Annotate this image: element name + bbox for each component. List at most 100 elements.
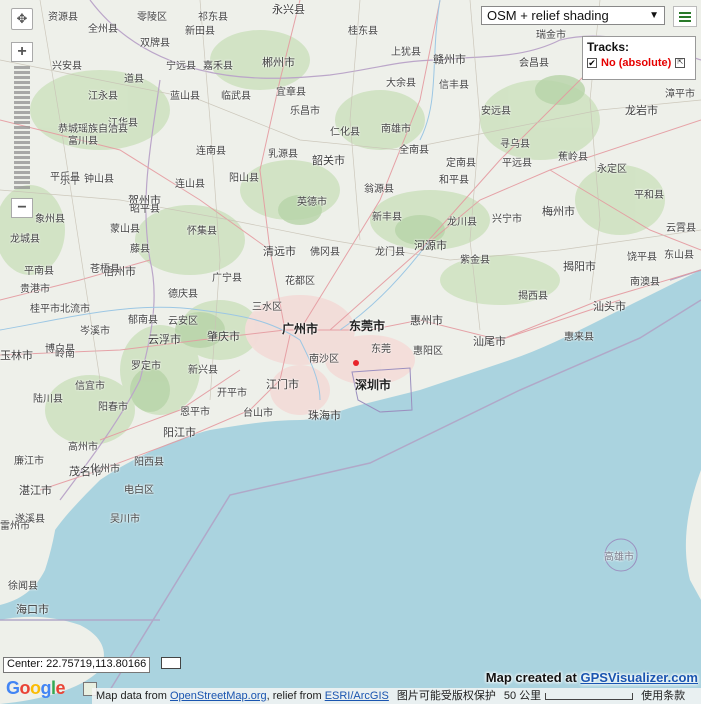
place-label: 揭西县 [518, 291, 548, 302]
zoom-in-button[interactable]: + [11, 42, 33, 62]
place-label: 云霄县 [666, 223, 696, 234]
place-label: 三水区 [252, 302, 282, 313]
place-label: 湛江市 [19, 484, 52, 497]
map-background [0, 0, 701, 704]
place-label: 云浮市 [148, 333, 181, 346]
place-label: 象州县 [35, 214, 65, 225]
place-label: 钟山县 [84, 174, 114, 185]
place-label: 阳山县 [229, 173, 259, 184]
esri-link[interactable]: ESRI/ArcGIS [325, 690, 389, 702]
place-label: 江永县 [88, 91, 118, 102]
place-label: 北流市 [60, 304, 90, 315]
place-label: 新田县 [185, 26, 215, 37]
google-logo[interactable]: Google [6, 678, 66, 699]
place-label: 汕头市 [593, 300, 626, 313]
attribution-relief-prefix: , relief from [266, 690, 325, 702]
place-label: 东山县 [664, 250, 694, 261]
place-label: 宁远县 [166, 61, 196, 72]
place-label: 桂平市 [30, 304, 60, 315]
place-label: 南沙区 [309, 354, 339, 365]
place-label: 云安区 [168, 316, 198, 327]
track-checkbox[interactable]: ✔ [587, 58, 597, 68]
place-label: 梅州市 [542, 205, 575, 218]
place-label: 南雄市 [381, 124, 411, 135]
place-label: 仁化县 [330, 127, 360, 138]
place-label: 龙门县 [375, 247, 405, 258]
place-label: 乐昌市 [290, 106, 320, 117]
place-label: 广州市 [282, 322, 319, 336]
place-label: 德庆县 [168, 289, 198, 300]
place-label: 和平县 [439, 175, 469, 186]
place-label: 乳源县 [268, 149, 298, 160]
track-name[interactable]: No (absolute) [601, 57, 671, 69]
place-label: 赣州市 [433, 53, 466, 66]
scale-label: 50 公里 [503, 690, 542, 702]
place-label: 连南县 [196, 146, 226, 157]
place-label: 河源市 [414, 239, 447, 252]
place-label: 惠来县 [564, 332, 594, 343]
place-label: 恩平市 [180, 407, 210, 418]
place-label: 兴宁市 [492, 214, 522, 225]
attribution-bar: Map data from OpenStreetMap.org, relief … [92, 688, 701, 704]
place-label: 怀集县 [187, 226, 217, 237]
place-label: 阳春市 [98, 402, 128, 413]
place-label: 乐平 [60, 176, 80, 187]
place-label: 吴川市 [110, 514, 140, 525]
place-label: 佛冈县 [310, 247, 340, 258]
place-label: 安远县 [481, 106, 511, 117]
osm-link[interactable]: OpenStreetMap.org [170, 690, 267, 702]
zoom-out-button[interactable]: − [11, 198, 33, 218]
place-label: 罗定市 [131, 361, 161, 372]
place-label: 资源县 [48, 12, 78, 23]
zoom-slider[interactable] [14, 66, 30, 191]
copyright-notice[interactable]: 图片可能受版权保护 [393, 688, 500, 704]
place-label: 昭平县 [130, 204, 160, 215]
tracks-legend: Tracks: ✔ No (absolute) ⇱ [582, 36, 696, 80]
place-label: 龙川县 [447, 217, 477, 228]
place-label: 阳江市 [163, 426, 196, 439]
place-label: 平南县 [24, 266, 54, 277]
place-label: 南澳县 [630, 277, 660, 288]
measure-ruler-icon[interactable] [161, 657, 181, 669]
place-label: 祁东县 [198, 12, 228, 23]
place-label: 廉江市 [14, 456, 44, 467]
map-type-select[interactable]: OSM + relief shading ▼ [481, 6, 665, 25]
place-label: 惠阳区 [413, 346, 443, 357]
dropdown-arrow-icon: ▼ [649, 10, 659, 21]
pan-control-icon[interactable]: ✥ [11, 8, 33, 30]
place-label: 全南县 [399, 145, 429, 156]
place-label: 新丰县 [372, 212, 402, 223]
place-label: 龙岩市 [625, 104, 658, 117]
place-label: 郴州市 [262, 56, 295, 69]
place-label: 瑞金市 [536, 30, 566, 41]
place-label: 东莞市 [349, 319, 386, 333]
scale-indicator: 50 公里 [500, 688, 637, 704]
place-label: 平和县 [634, 190, 664, 201]
place-label: 英德市 [297, 197, 327, 208]
place-label: 高雄市 [604, 552, 634, 563]
place-label: 阳西县 [134, 457, 164, 468]
gpsvisualizer-link[interactable]: GPSVisualizer.com [580, 670, 698, 685]
center-coordinates: Center: 22.75719,113.80166 [3, 657, 151, 673]
place-label: 广宁县 [212, 273, 242, 284]
place-label: 蒙山县 [110, 224, 140, 235]
place-label: 全州县 [88, 24, 118, 35]
place-label: 新兴县 [188, 365, 218, 376]
place-label: 珠海市 [308, 409, 341, 422]
place-label: 饶平县 [627, 252, 657, 263]
place-label: 临武县 [221, 91, 251, 102]
zoom-to-track-icon[interactable]: ⇱ [675, 58, 686, 68]
place-label: 江门市 [266, 378, 299, 391]
place-label: 东莞 [371, 344, 391, 355]
place-label: 上犹县 [391, 47, 421, 58]
place-label: 电白区 [124, 485, 154, 496]
terms-link[interactable]: 使用条款 [637, 688, 689, 704]
scale-bar [545, 692, 634, 700]
place-label: 蕉岭县 [558, 152, 588, 163]
place-label: 惠州市 [410, 314, 443, 327]
layers-menu-icon[interactable] [673, 6, 697, 27]
map-canvas[interactable]: 永兴县 资源县 零陵区 祁东县 上犹县 瑞金市 全州县 新田县 桂东县 双牌县 宁远县 嘉禾县 郴州市大… [0, 0, 701, 704]
place-label: 翁源县 [364, 184, 394, 195]
place-label: 花都区 [285, 276, 315, 287]
place-label: 信丰县 [439, 80, 469, 91]
